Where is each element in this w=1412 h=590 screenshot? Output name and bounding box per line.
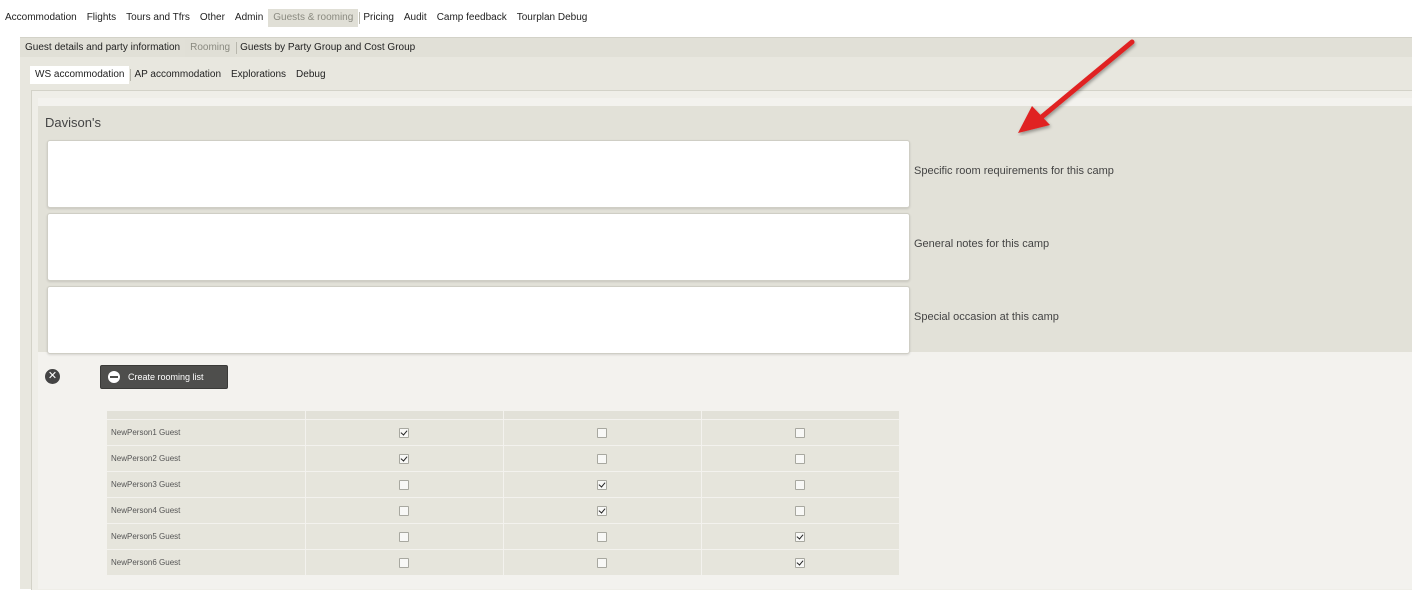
guest-name: NewPerson2 Guest — [107, 445, 306, 472]
tab-audit[interactable]: Audit — [399, 9, 432, 27]
room-checkbox[interactable] — [795, 427, 805, 438]
subtab-rooming[interactable]: Rooming — [185, 39, 238, 57]
guest-name: NewPerson3 Guest — [107, 471, 306, 498]
tab-other[interactable]: Other — [195, 9, 230, 27]
subtab-ap-accommodation[interactable]: AP accommodation — [129, 66, 226, 84]
room-cell — [701, 445, 900, 472]
guest-name: NewPerson5 Guest — [107, 523, 306, 550]
room-cell — [305, 549, 504, 576]
tab-admin[interactable]: Admin — [230, 9, 268, 27]
subtab-guest-details-and-party-information[interactable]: Guest details and party information — [20, 39, 185, 57]
table-header-cell — [701, 411, 900, 420]
subtab-ws-accommodation[interactable]: WS accommodation — [30, 66, 132, 84]
main-tab-bar: Accommodation Flights Tours and Tfrs Other A… — [0, 9, 1412, 27]
camp-name: Davison's — [45, 115, 101, 130]
room-cell — [503, 549, 702, 576]
table-row: NewPerson1 Guest — [107, 419, 900, 446]
room-cell — [305, 445, 504, 472]
special-occasion-label: Special occasion at this camp — [914, 311, 1059, 323]
room-checkbox[interactable] — [597, 557, 607, 568]
tab-pricing[interactable]: Pricing — [358, 9, 399, 27]
room-cell — [305, 471, 504, 498]
room-checkbox[interactable] — [795, 531, 805, 542]
tab-guests-rooming[interactable]: Guests & rooming — [268, 9, 361, 27]
table-header-cell — [503, 411, 702, 420]
tab-camp-feedback[interactable]: Camp feedback — [432, 9, 512, 27]
general-notes-label: General notes for this camp — [914, 238, 1050, 250]
room-cell — [503, 419, 702, 446]
subtab-guests-by-party-group-and-cost-group[interactable]: Guests by Party Group and Cost Group — [235, 39, 420, 57]
guest-name: NewPerson4 Guest — [107, 497, 306, 524]
guest-name: NewPerson6 Guest — [107, 549, 306, 576]
tab-accommodation[interactable]: Accommodation — [0, 9, 82, 27]
general-notes-field[interactable] — [47, 213, 910, 281]
tab-tours-and-tfrs[interactable]: Tours and Tfrs — [121, 9, 195, 27]
tab-flights[interactable]: Flights — [82, 9, 121, 27]
room-checkbox[interactable] — [399, 505, 409, 516]
room-checkbox[interactable] — [399, 479, 409, 490]
room-checkbox[interactable] — [795, 505, 805, 516]
accommodation-subtab-bar: WS accommodation AP accommodation Explorat… — [30, 66, 331, 84]
guests-subtab-bar: Guest details and party information Roomi… — [20, 37, 1412, 58]
room-cell — [305, 419, 504, 446]
red-arrow-icon — [1018, 39, 1135, 133]
room-checkbox[interactable] — [399, 427, 409, 438]
room-cell — [503, 523, 702, 550]
room-cell — [503, 497, 702, 524]
room-checkbox[interactable] — [795, 557, 805, 568]
room-checkbox[interactable] — [597, 505, 607, 516]
table-header-cell — [107, 411, 306, 420]
create-rooming-list-button[interactable]: Create rooming list — [100, 365, 228, 389]
room-cell — [305, 497, 504, 524]
minus-circle-icon — [108, 371, 120, 383]
room-cell — [701, 523, 900, 550]
room-checkbox[interactable] — [795, 479, 805, 490]
special-occasion-field[interactable] — [47, 286, 910, 354]
room-requirements-label: Specific room requirements for this camp — [914, 165, 1114, 177]
room-checkbox[interactable] — [597, 453, 607, 464]
room-requirements-field[interactable] — [47, 140, 910, 208]
room-checkbox[interactable] — [399, 453, 409, 464]
room-checkbox[interactable] — [399, 531, 409, 542]
table-header-cell — [305, 411, 504, 420]
room-checkbox[interactable] — [597, 531, 607, 542]
table-row: NewPerson2 Guest — [107, 445, 900, 472]
table-header-row — [107, 411, 900, 420]
rooming-table: NewPerson1 Guest NewPerson2 Guest NewPerso… — [107, 411, 900, 576]
table-row: NewPerson6 Guest — [107, 549, 900, 576]
tab-tourplan-debug[interactable]: Tourplan Debug — [512, 9, 593, 27]
room-cell — [503, 445, 702, 472]
room-cell — [701, 419, 900, 446]
room-checkbox[interactable] — [597, 479, 607, 490]
table-row: NewPerson3 Guest — [107, 471, 900, 498]
room-cell — [503, 471, 702, 498]
room-checkbox[interactable] — [399, 557, 409, 568]
close-circle-icon[interactable]: ✕ — [45, 369, 60, 384]
table-row: NewPerson5 Guest — [107, 523, 900, 550]
room-cell — [701, 497, 900, 524]
room-cell — [305, 523, 504, 550]
subtab-explorations[interactable]: Explorations — [226, 66, 291, 84]
guest-name: NewPerson1 Guest — [107, 419, 306, 446]
room-checkbox[interactable] — [795, 453, 805, 464]
create-rooming-list-label: Create rooming list — [128, 372, 204, 382]
table-row: NewPerson4 Guest — [107, 497, 900, 524]
room-checkbox[interactable] — [597, 427, 607, 438]
room-cell — [701, 549, 900, 576]
room-cell — [701, 471, 900, 498]
subtab-debug[interactable]: Debug — [291, 66, 330, 84]
